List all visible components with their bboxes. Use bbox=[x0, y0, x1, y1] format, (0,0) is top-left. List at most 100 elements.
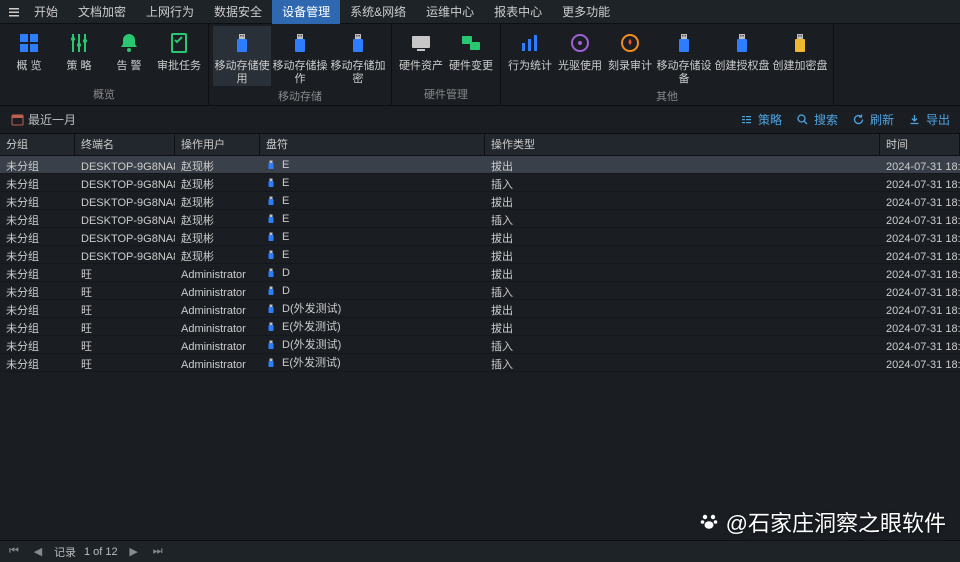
ribbon-label: 移动存储使用 bbox=[213, 60, 271, 86]
ribbon-ms-operate[interactable]: 移动存储操作 bbox=[271, 26, 329, 86]
ribbon-behavior-stat[interactable]: 行为统计 bbox=[505, 26, 555, 86]
menu-item-8[interactable]: 更多功能 bbox=[552, 0, 620, 24]
ribbon-strategy[interactable]: 策 略 bbox=[54, 26, 104, 84]
cell-group: 未分组 bbox=[0, 192, 75, 209]
table-row[interactable]: 未分组DESKTOP-9G8NA80赵现彬E拔出2024-07-31 18:56… bbox=[0, 156, 960, 174]
usb-icon bbox=[266, 232, 276, 242]
usb-icon bbox=[266, 250, 276, 260]
cell-time: 2024-07-31 18:54:10 bbox=[880, 282, 960, 299]
cell-terminal: DESKTOP-9G8NA80 bbox=[75, 174, 175, 191]
table-row[interactable]: 未分组旺AdministratorD插入2024-07-31 18:54:10 bbox=[0, 282, 960, 300]
export-icon bbox=[908, 113, 922, 127]
cell-terminal: DESKTOP-9G8NA80 bbox=[75, 246, 175, 263]
table-row[interactable]: 未分组旺AdministratorE(外发测试)插入2024-07-31 18:… bbox=[0, 354, 960, 372]
ribbon-ms-device[interactable]: 移动存储设备 bbox=[655, 26, 713, 86]
nav-last[interactable]: ⏭ bbox=[150, 544, 166, 560]
strategy-link[interactable]: 策略 bbox=[740, 111, 782, 128]
menubar: 开始文档加密上网行为数据安全设备管理系统&网络运维中心报表中心更多功能 bbox=[0, 0, 960, 24]
cell-disk: E bbox=[260, 174, 485, 191]
ribbon-hw-change[interactable]: 硬件变更 bbox=[446, 26, 496, 84]
table-row[interactable]: 未分组旺AdministratorD(外发测试)拔出2024-07-31 18:… bbox=[0, 300, 960, 318]
nav-prev[interactable]: ◀ bbox=[30, 544, 46, 560]
cell-time: 2024-07-31 18:56:28 bbox=[880, 246, 960, 263]
cell-op: 拔出 bbox=[485, 228, 880, 245]
table-row[interactable]: 未分组旺AdministratorE(外发测试)拔出2024-07-31 18:… bbox=[0, 318, 960, 336]
table-row[interactable]: 未分组DESKTOP-9G8NA80赵现彬E拔出2024-07-31 18:56… bbox=[0, 192, 960, 210]
cell-group: 未分组 bbox=[0, 354, 75, 371]
ribbon-hw-asset[interactable]: 硬件资产 bbox=[396, 26, 446, 84]
ribbon-alert[interactable]: 告 警 bbox=[104, 26, 154, 84]
ribbon-label: 行为统计 bbox=[508, 60, 552, 73]
ribbon-label: 移动存储加密 bbox=[329, 60, 387, 86]
cell-op: 拔出 bbox=[485, 300, 880, 317]
cell-op: 拔出 bbox=[485, 192, 880, 209]
usb-icon bbox=[266, 340, 276, 350]
col-group[interactable]: 分组 bbox=[0, 134, 75, 155]
menu-item-5[interactable]: 系统&网络 bbox=[340, 0, 416, 24]
table-row[interactable]: 未分组DESKTOP-9G8NA80赵现彬E插入2024-07-31 18:56… bbox=[0, 174, 960, 192]
cell-terminal: 旺 bbox=[75, 282, 175, 299]
search-link[interactable]: 搜索 bbox=[796, 111, 838, 128]
app-menu-icon[interactable] bbox=[4, 5, 24, 19]
table-row[interactable]: 未分组DESKTOP-9G8NA80赵现彬E拔出2024-07-31 18:56… bbox=[0, 246, 960, 264]
ribbon-create-encdisk[interactable]: 创建加密盘 bbox=[771, 26, 829, 86]
col-op[interactable]: 操作类型 bbox=[485, 134, 880, 155]
cell-disk: D(外发测试) bbox=[260, 336, 485, 353]
cell-user: Administrator bbox=[175, 264, 260, 281]
col-terminal[interactable]: 终端名 bbox=[75, 134, 175, 155]
table-row[interactable]: 未分组旺AdministratorD(外发测试)插入2024-07-31 18:… bbox=[0, 336, 960, 354]
cell-op: 插入 bbox=[485, 174, 880, 191]
usb-icon bbox=[266, 160, 276, 170]
col-user[interactable]: 操作用户 bbox=[175, 134, 260, 155]
cell-time: 2024-07-31 18:56:28 bbox=[880, 228, 960, 245]
ribbon-burn-audit[interactable]: 刻录审计 bbox=[605, 26, 655, 86]
cell-op: 插入 bbox=[485, 210, 880, 227]
calendar-icon bbox=[10, 113, 24, 127]
cell-disk: E(外发测试) bbox=[260, 354, 485, 371]
overview-icon bbox=[16, 30, 42, 56]
ribbon-ms-encrypt[interactable]: 移动存储加密 bbox=[329, 26, 387, 86]
ribbon-label: 硬件资产 bbox=[399, 60, 443, 73]
cell-time: 2024-07-31 18:56:38 bbox=[880, 174, 960, 191]
nav-first[interactable]: ⏮ bbox=[6, 544, 22, 560]
cell-terminal: 旺 bbox=[75, 300, 175, 317]
cell-group: 未分组 bbox=[0, 336, 75, 353]
strategy-icon bbox=[740, 113, 754, 127]
menu-item-0[interactable]: 开始 bbox=[24, 0, 68, 24]
cell-terminal: DESKTOP-9G8NA80 bbox=[75, 210, 175, 227]
cell-op: 插入 bbox=[485, 282, 880, 299]
menu-item-6[interactable]: 运维中心 bbox=[416, 0, 484, 24]
usb-icon bbox=[266, 196, 276, 206]
menu-item-3[interactable]: 数据安全 bbox=[204, 0, 272, 24]
statusbar: ⏮ ◀ 记录 1 of 12 ▶ ⏭ bbox=[0, 540, 960, 562]
col-time[interactable]: 时间 bbox=[880, 134, 960, 155]
ribbon-ms-usage[interactable]: 移动存储使用 bbox=[213, 26, 271, 86]
ribbon-cd-usage[interactable]: 光驱使用 bbox=[555, 26, 605, 86]
cell-time: 2024-07-31 18:56:41 bbox=[880, 156, 960, 173]
ribbon-audit-task[interactable]: 审批任务 bbox=[154, 26, 204, 84]
table-row[interactable]: 未分组旺AdministratorD拔出2024-07-31 18:54:12 bbox=[0, 264, 960, 282]
cell-user: 赵现彬 bbox=[175, 156, 260, 173]
menu-item-1[interactable]: 文档加密 bbox=[68, 0, 136, 24]
cell-disk: E bbox=[260, 156, 485, 173]
cell-time: 2024-07-31 18:54:00 bbox=[880, 354, 960, 371]
table-row[interactable]: 未分组DESKTOP-9G8NA80赵现彬E插入2024-07-31 18:56… bbox=[0, 210, 960, 228]
refresh-link[interactable]: 刷新 bbox=[852, 111, 894, 128]
menu-item-4[interactable]: 设备管理 bbox=[272, 0, 340, 24]
cell-user: Administrator bbox=[175, 300, 260, 317]
ms-usage-icon bbox=[229, 30, 255, 56]
ribbon-label: 策 略 bbox=[66, 60, 91, 73]
ribbon-label: 创建授权盘 bbox=[715, 60, 770, 73]
ribbon-overview[interactable]: 概 览 bbox=[4, 26, 54, 84]
menu-item-7[interactable]: 报表中心 bbox=[484, 0, 552, 24]
date-filter[interactable]: 最近一月 bbox=[10, 111, 76, 128]
table-row[interactable]: 未分组DESKTOP-9G8NA80赵现彬E拔出2024-07-31 18:56… bbox=[0, 228, 960, 246]
usb-icon bbox=[266, 286, 276, 296]
export-link[interactable]: 导出 bbox=[908, 111, 950, 128]
ribbon-create-authdisk[interactable]: 创建授权盘 bbox=[713, 26, 771, 86]
col-disk[interactable]: 盘符 bbox=[260, 134, 485, 155]
menu-item-2[interactable]: 上网行为 bbox=[136, 0, 204, 24]
ribbon-label: 刻录审计 bbox=[608, 60, 652, 73]
nav-next[interactable]: ▶ bbox=[126, 544, 142, 560]
cell-group: 未分组 bbox=[0, 282, 75, 299]
